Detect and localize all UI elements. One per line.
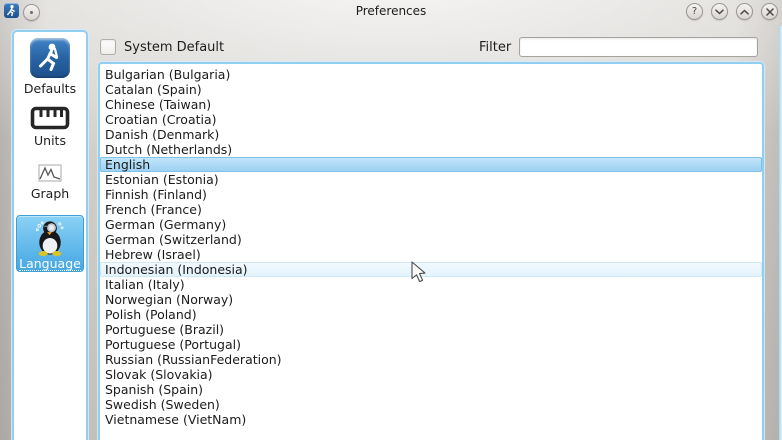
list-item[interactable]: Polish (Poland) [100,307,762,322]
sidebar-item-units[interactable]: Units [14,106,86,148]
chevron-down-icon [715,9,724,15]
list-item[interactable]: Bulgarian (Bulgaria) [100,67,762,82]
sidebar: Defaults Units Graph [12,30,88,440]
list-item[interactable]: Dutch (Netherlands) [100,142,762,157]
list-item[interactable]: Hebrew (Israel) [100,247,762,262]
diver-icon [30,38,70,78]
filter-label: Filter [479,40,511,55]
list-item[interactable]: German (Germany) [100,217,762,232]
sidebar-item-label: Units [34,133,66,148]
help-icon: ? [692,7,697,17]
sidebar-item-language[interactable]: Language [16,215,84,272]
shade-button[interactable] [711,3,728,20]
titlebar[interactable]: Preferences ? [0,0,782,24]
close-icon [766,8,774,16]
list-item[interactable]: Indonesian (Indonesia) [100,262,762,277]
subsurface-diver-icon [4,3,19,18]
list-item[interactable]: Estonian (Estonia) [100,172,762,187]
window-title: Preferences [356,4,427,18]
sidebar-item-label: Defaults [24,81,76,96]
filter-input[interactable] [519,37,758,57]
list-item[interactable]: Italian (Italy) [100,277,762,292]
list-item[interactable]: English [100,157,762,172]
sidebar-item-graph[interactable]: Graph [14,163,86,201]
unshade-button[interactable] [736,3,753,20]
sidebar-item-label: Graph [31,186,69,201]
list-item[interactable]: Russian (RussianFederation) [100,352,762,367]
close-button[interactable] [761,3,778,20]
list-item[interactable]: Vietnamese (VietNam) [100,412,762,427]
list-item[interactable]: Finnish (Finland) [100,187,762,202]
list-item[interactable]: Croatian (Croatia) [100,112,762,127]
list-item[interactable]: German (Switzerland) [100,232,762,247]
list-item[interactable]: Spanish (Spain) [100,382,762,397]
list-item[interactable]: Slovak (Slovakia) [100,367,762,382]
dive-profile-icon [38,163,62,183]
list-item[interactable]: French (France) [100,202,762,217]
sidebar-item-label: Language [19,257,81,271]
list-item[interactable]: Catalan (Spain) [100,82,762,97]
list-item[interactable]: Norwegian (Norway) [100,292,762,307]
filter-group: Filter [479,37,758,57]
checkbox-icon [100,39,116,55]
ruler-icon [30,106,70,130]
chevron-up-icon [740,9,749,15]
menu-dot-icon [30,11,33,14]
list-item[interactable]: Portuguese (Brazil) [100,322,762,337]
list-item[interactable]: Swedish (Sweden) [100,397,762,412]
list-item[interactable]: Danish (Denmark) [100,127,762,142]
window-controls: ? [686,3,778,20]
window-menu-button[interactable] [23,4,40,21]
language-list[interactable]: Bulgarian (Bulgaria)Catalan (Spain)Chine… [98,62,764,440]
help-button[interactable]: ? [686,3,703,20]
system-default-checkbox[interactable]: System Default [100,39,224,55]
sidebar-item-defaults[interactable]: Defaults [14,38,86,96]
system-default-label: System Default [124,40,224,55]
list-item[interactable]: Chinese (Taiwan) [100,97,762,112]
tux-penguin-icon [30,218,70,257]
preferences-window: Preferences ? [0,0,782,440]
list-item[interactable]: Portuguese (Portugal) [100,337,762,352]
